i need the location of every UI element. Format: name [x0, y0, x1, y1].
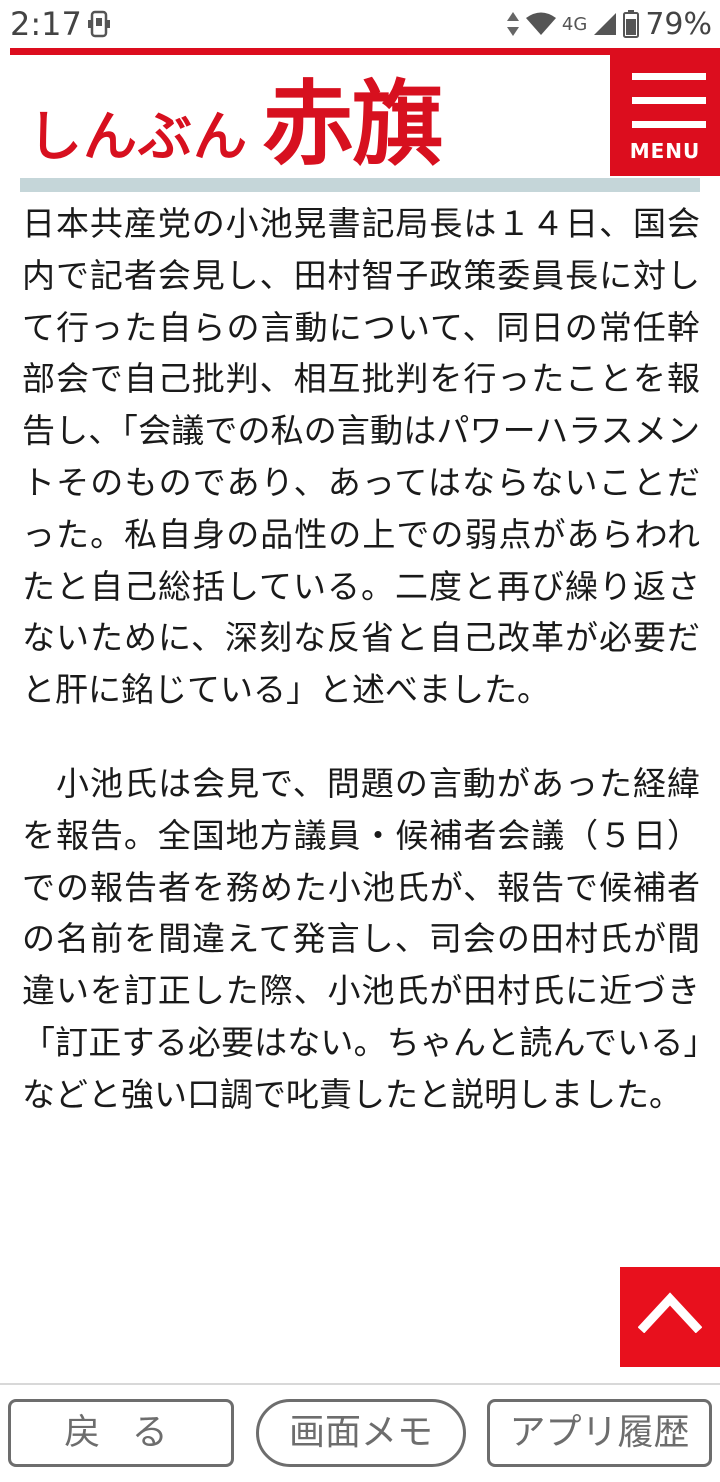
logo-small-text: しんぶん — [28, 105, 248, 168]
cell-signal-icon — [594, 13, 617, 35]
battery-percent: 79% — [645, 6, 712, 42]
screen-memo-button[interactable]: 画面メモ — [256, 1399, 466, 1467]
status-time: 2:17 — [10, 5, 82, 43]
article-body: 日本共産党の小池晃書記局長は１４日、国会内で記者会見し、田村智子政策委員長に対し… — [22, 198, 700, 1358]
hamburger-icon — [632, 73, 706, 137]
wifi-icon — [525, 12, 556, 35]
status-indicators: 4G 79% — [506, 4, 712, 44]
back-button[interactable]: 戻 る — [8, 1399, 234, 1467]
menu-button[interactable]: MENU — [610, 55, 720, 176]
site-logo[interactable]: しんぶん 赤旗 — [28, 70, 444, 178]
article-paragraph: 日本共産党の小池晃書記局長は１４日、国会内で記者会見し、田村智子政策委員長に対し… — [22, 204, 700, 710]
chevron-up-icon — [638, 1292, 702, 1333]
network-type: 4G — [561, 13, 588, 35]
data-transfer-icon — [506, 12, 519, 36]
status-bar: 2:17 4G 79% — [0, 0, 720, 48]
menu-label: MENU — [629, 139, 701, 163]
header-divider — [20, 178, 700, 192]
logo-big-text: 赤旗 — [262, 70, 444, 178]
bottom-navigation-bar: 戻 る 画面メモ アプリ履歴 — [0, 1383, 720, 1482]
article-paragraph: 小池氏は会見で、問題の言動があった経緯を報告。全国地方議員・候補者会議（５日）で… — [22, 763, 700, 1114]
header-red-rule — [10, 48, 720, 55]
scroll-to-top-button[interactable] — [620, 1267, 720, 1367]
app-history-button[interactable]: アプリ履歴 — [487, 1399, 712, 1467]
battery-icon — [623, 10, 640, 38]
notification-icon — [88, 10, 110, 38]
